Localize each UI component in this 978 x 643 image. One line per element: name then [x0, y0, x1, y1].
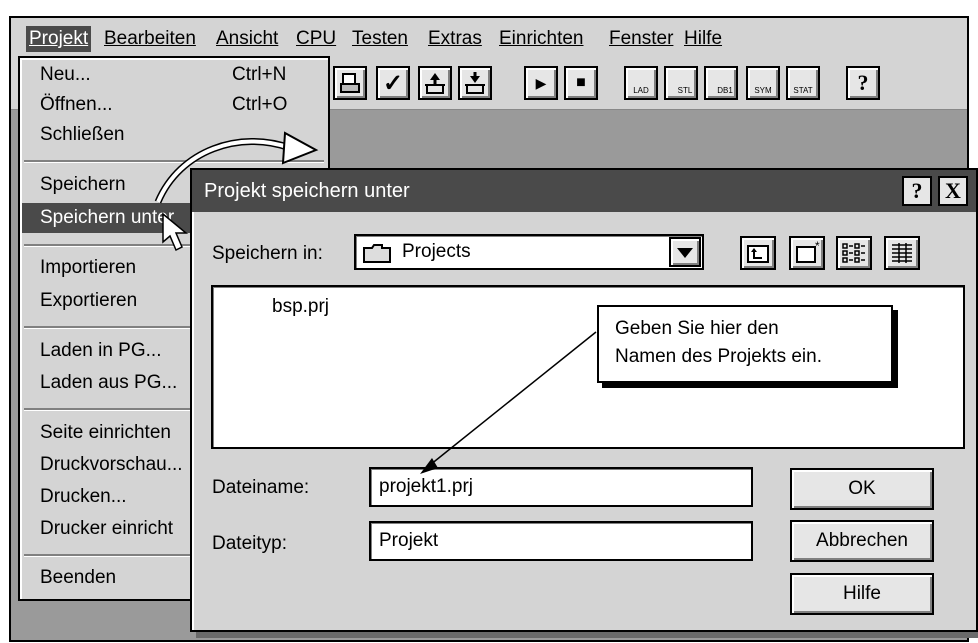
curved-arrow [154, 131, 319, 204]
pointer-line [420, 331, 597, 474]
mouse-cursor-icon [162, 212, 189, 252]
annotation-arrows [154, 131, 597, 474]
